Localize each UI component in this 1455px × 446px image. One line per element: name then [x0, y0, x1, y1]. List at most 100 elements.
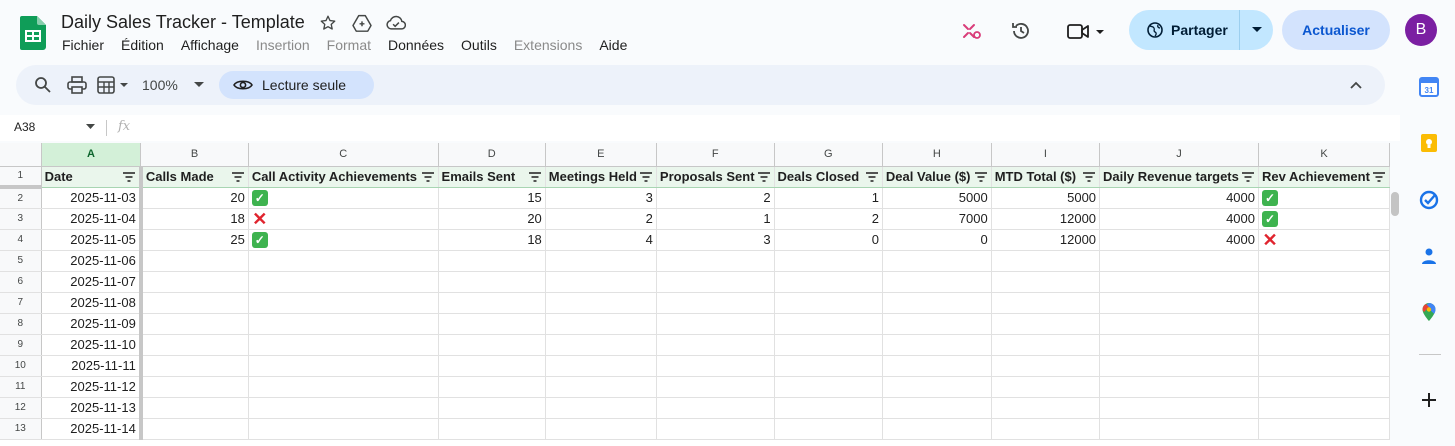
cell-proposals[interactable]: [656, 418, 775, 440]
cell-meetings[interactable]: [545, 292, 657, 314]
cell-emails[interactable]: [438, 250, 546, 272]
cell-rev_ach[interactable]: [1258, 250, 1390, 272]
cell-date[interactable]: 2025-11-08: [41, 292, 143, 314]
cell-emails[interactable]: [438, 418, 546, 440]
cell-date[interactable]: 2025-11-14: [41, 418, 143, 440]
cell-rev_ach[interactable]: [1258, 418, 1390, 440]
cell-mtd[interactable]: [991, 418, 1101, 440]
add-icon[interactable]: [1419, 390, 1439, 410]
cell-value[interactable]: [882, 397, 992, 419]
gemini-insights-icon[interactable]: [960, 20, 982, 42]
cell-value[interactable]: [882, 250, 992, 272]
cell-rev_ach[interactable]: [1258, 397, 1390, 419]
cell-date[interactable]: 2025-11-04: [41, 208, 143, 230]
cell-meetings[interactable]: [545, 313, 657, 335]
column-header-d[interactable]: D: [438, 143, 546, 167]
cell-meetings[interactable]: [545, 334, 657, 356]
cell-date[interactable]: 2025-11-09: [41, 313, 143, 335]
cell-date[interactable]: 2025-11-06: [41, 250, 143, 272]
cell-meetings[interactable]: 4: [545, 229, 657, 251]
row-header[interactable]: 7: [0, 292, 42, 314]
cell-deals[interactable]: [774, 271, 883, 293]
corner-cell[interactable]: [0, 143, 42, 167]
meet-video-icon[interactable]: [1065, 20, 1105, 42]
cell-meetings[interactable]: [545, 250, 657, 272]
cell-call_ach[interactable]: [248, 250, 439, 272]
menu-edition[interactable]: Édition: [121, 37, 164, 53]
cell-date[interactable]: 2025-11-03: [41, 187, 143, 209]
cell-meetings[interactable]: [545, 355, 657, 377]
collapse-toolbar-icon[interactable]: [1350, 75, 1362, 95]
cell-deals[interactable]: [774, 355, 883, 377]
cell-proposals[interactable]: [656, 271, 775, 293]
filter-icon[interactable]: [421, 171, 434, 182]
cell-calls[interactable]: 25: [140, 229, 249, 251]
document-title[interactable]: Daily Sales Tracker - Template: [61, 12, 305, 33]
name-box[interactable]: A38: [0, 115, 102, 141]
cell-emails[interactable]: 18: [438, 229, 546, 251]
row-header[interactable]: 9: [0, 334, 42, 356]
cell-date[interactable]: 2025-11-11: [41, 355, 143, 377]
cell-calls[interactable]: [140, 292, 249, 314]
filter-icon[interactable]: [639, 171, 652, 182]
cell-emails[interactable]: [438, 271, 546, 293]
cell-rev_ach[interactable]: [1258, 376, 1390, 398]
cell-deals[interactable]: [774, 376, 883, 398]
cell-value[interactable]: [882, 271, 992, 293]
zoom-select[interactable]: 100%: [142, 75, 204, 95]
column-header-h[interactable]: H: [882, 143, 992, 167]
cell-deals[interactable]: [774, 397, 883, 419]
history-icon[interactable]: [1010, 20, 1032, 42]
cell-emails[interactable]: 20: [438, 208, 546, 230]
star-icon[interactable]: [318, 13, 338, 33]
cell-value[interactable]: [882, 313, 992, 335]
menu-donnees[interactable]: Données: [388, 37, 444, 53]
share-button[interactable]: Partager: [1129, 10, 1273, 50]
row-header[interactable]: 13: [0, 418, 42, 440]
share-main-button[interactable]: Partager: [1129, 10, 1240, 50]
cell-date[interactable]: 2025-11-05: [41, 229, 143, 251]
cell-mtd[interactable]: [991, 397, 1101, 419]
cell-proposals[interactable]: [656, 292, 775, 314]
header-cell[interactable]: Emails Sent: [438, 166, 546, 188]
cell-rev_ach[interactable]: [1258, 292, 1390, 314]
cell-deals[interactable]: 2: [774, 208, 883, 230]
contacts-icon[interactable]: [1419, 246, 1439, 266]
cell-meetings[interactable]: [545, 418, 657, 440]
row-header[interactable]: 4: [0, 229, 42, 251]
menu-aide[interactable]: Aide: [599, 37, 627, 53]
move-to-drive-icon[interactable]: [352, 13, 372, 33]
cell-call_ach[interactable]: [248, 397, 439, 419]
cell-calls[interactable]: [140, 250, 249, 272]
vertical-scrollbar[interactable]: [1391, 192, 1399, 216]
cell-calls[interactable]: 18: [140, 208, 249, 230]
calendar-icon[interactable]: 31: [1419, 77, 1439, 97]
row-header[interactable]: 8: [0, 313, 42, 335]
cell-value[interactable]: 0: [882, 229, 992, 251]
keep-icon[interactable]: [1419, 133, 1439, 153]
cell-mtd[interactable]: [991, 376, 1101, 398]
header-cell[interactable]: Calls Made: [140, 166, 249, 188]
column-header-k[interactable]: K: [1258, 143, 1390, 167]
cell-deals[interactable]: [774, 313, 883, 335]
column-header-b[interactable]: B: [140, 143, 249, 167]
cell-call_ach[interactable]: ✓: [248, 187, 439, 209]
header-cell[interactable]: Deal Value ($): [882, 166, 992, 188]
column-header-e[interactable]: E: [545, 143, 657, 167]
avatar[interactable]: B: [1405, 14, 1437, 46]
column-header-a[interactable]: A: [41, 143, 142, 167]
cell-call_ach[interactable]: [248, 376, 439, 398]
cell-target[interactable]: [1099, 292, 1259, 314]
row-header[interactable]: 2: [0, 187, 42, 209]
header-cell[interactable]: Meetings Held: [545, 166, 657, 188]
cell-emails[interactable]: [438, 376, 546, 398]
cell-deals[interactable]: [774, 418, 883, 440]
format-menu-icon[interactable]: [97, 75, 131, 95]
cell-rev_ach[interactable]: ✓: [1258, 208, 1390, 230]
cell-rev_ach[interactable]: ✕: [1258, 229, 1390, 251]
header-cell[interactable]: Proposals Sent: [656, 166, 775, 188]
cell-deals[interactable]: [774, 250, 883, 272]
header-cell[interactable]: Deals Closed: [774, 166, 883, 188]
filter-icon[interactable]: [757, 171, 770, 182]
cell-proposals[interactable]: [656, 376, 775, 398]
